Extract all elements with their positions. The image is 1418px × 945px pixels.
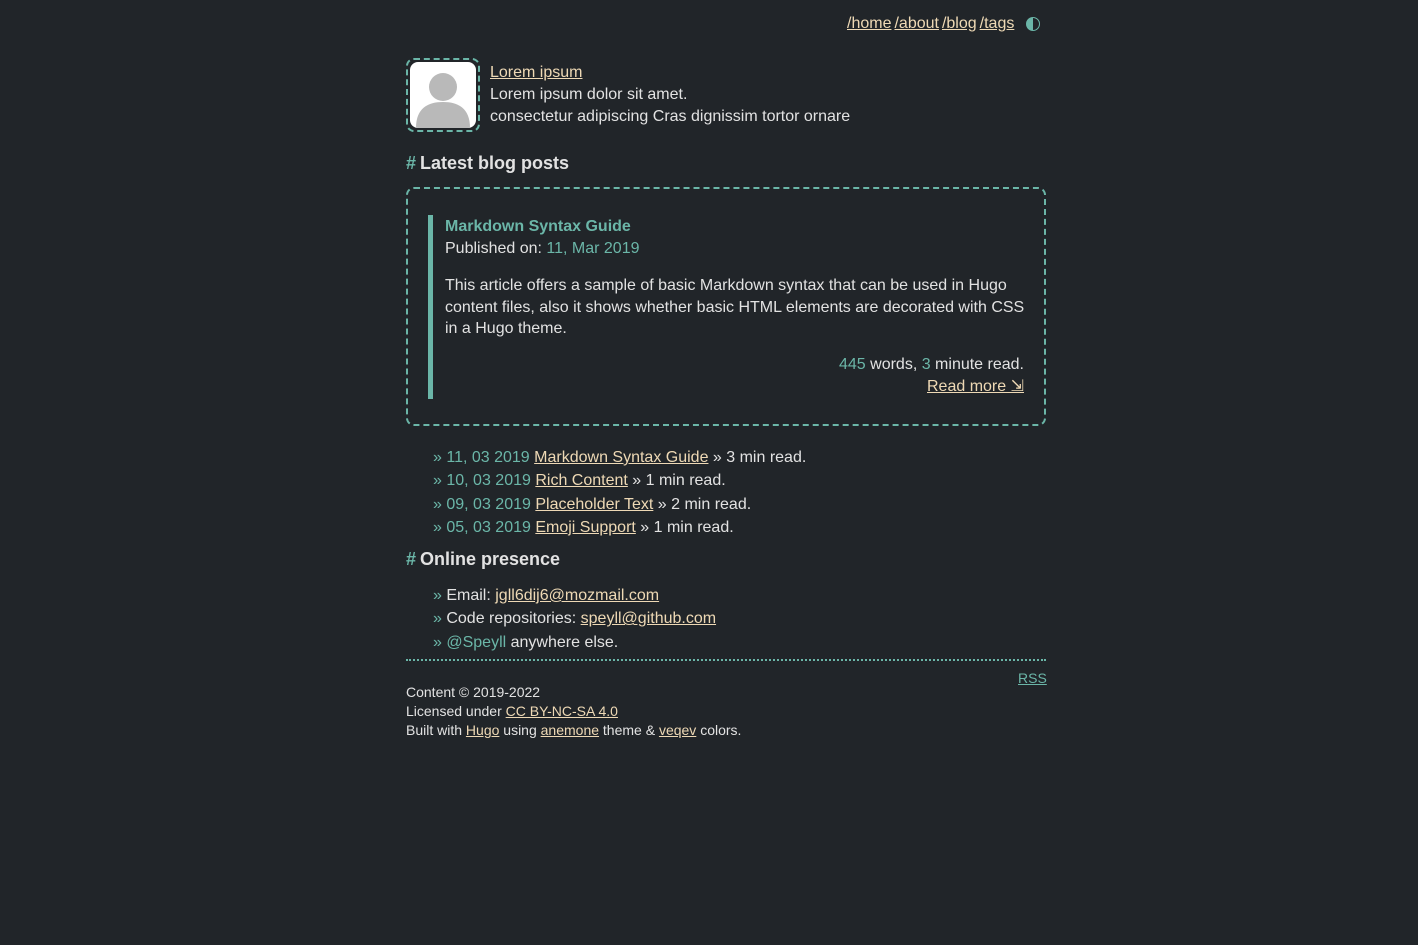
featured-post-summary: This article offers a sample of basic Ma… bbox=[445, 277, 1025, 337]
post-date: 10, 03 2019 bbox=[446, 472, 531, 490]
profile-text: Lorem ipsum Lorem ipsum dolor sit amet. … bbox=[490, 62, 850, 132]
post-link[interactable]: Rich Content bbox=[535, 472, 628, 489]
list-bullet: » bbox=[433, 449, 442, 466]
list-item: » 09, 03 2019 Placeholder Text » 2 min r… bbox=[433, 493, 806, 516]
heading-hash: # bbox=[406, 549, 417, 569]
latest-posts-heading-text: Latest blog posts bbox=[420, 153, 570, 173]
list-bullet: » bbox=[433, 518, 442, 536]
footer-divider bbox=[406, 659, 1046, 661]
list-item: » 11, 03 2019 Markdown Syntax Guide » 3 … bbox=[433, 446, 806, 469]
featured-post-title[interactable]: Markdown Syntax Guide bbox=[445, 216, 1024, 238]
footer-theme-label: theme & bbox=[599, 722, 659, 738]
handle: @Speyll bbox=[446, 633, 507, 651]
nav-about-link[interactable]: /about bbox=[894, 15, 938, 33]
footer-content: Content © 2019-2022 bbox=[406, 684, 541, 700]
minutes-label: minute read. bbox=[930, 356, 1024, 373]
nav-home-link[interactable]: /home bbox=[847, 15, 891, 33]
featured-post-meta: 445 words, 3 minute read. Read more ⇲ bbox=[839, 354, 1024, 398]
nav-blog-link[interactable]: /blog bbox=[942, 15, 977, 33]
list-item: » Code repositories: speyll@github.com bbox=[433, 607, 716, 630]
post-read-time: » 2 min read. bbox=[653, 495, 752, 513]
list-item: » 05, 03 2019 Emoji Support » 1 min read… bbox=[433, 516, 806, 539]
rss-link[interactable]: RSS bbox=[1018, 670, 1047, 686]
featured-post-body: Markdown Syntax Guide Published on: 11, … bbox=[428, 215, 1024, 399]
footer-using-label: using bbox=[499, 722, 541, 738]
list-bullet: » bbox=[433, 587, 442, 604]
hugo-link[interactable]: Hugo bbox=[466, 722, 499, 738]
list-bullet: » bbox=[433, 633, 442, 651]
post-read-time: » 1 min read. bbox=[635, 518, 734, 536]
profile-line-2: consectetur adipiscing Cras dignissim to… bbox=[490, 108, 851, 125]
list-bullet: » bbox=[433, 495, 442, 513]
license-link[interactable]: CC BY-NC-SA 4.0 bbox=[506, 703, 618, 719]
post-date: 09, 03 2019 bbox=[446, 495, 531, 513]
list-bullet: » bbox=[433, 610, 442, 628]
footer-built-label: Built with bbox=[406, 722, 466, 738]
footer: Content © 2019-2022 Licensed under CC BY… bbox=[406, 683, 741, 740]
handle-label: anywhere else. bbox=[506, 633, 619, 651]
list-bullet: » bbox=[433, 472, 442, 490]
post-link[interactable]: Markdown Syntax Guide bbox=[534, 449, 708, 466]
list-item: » @Speyll anywhere else. bbox=[433, 631, 716, 654]
profile-name-link[interactable]: Lorem ipsum bbox=[490, 64, 582, 81]
online-presence-heading-text: Online presence bbox=[420, 549, 561, 569]
presence-list: » Email: jgll6dij6@mozmail.com » Code re… bbox=[433, 584, 716, 654]
published-label: Published on: bbox=[445, 240, 547, 257]
user-avatar-icon bbox=[410, 62, 476, 128]
list-item: » 10, 03 2019 Rich Content » 1 min read. bbox=[433, 469, 806, 492]
post-read-time: » 1 min read. bbox=[627, 472, 726, 490]
latest-posts-heading: # Latest blog posts bbox=[406, 153, 569, 174]
featured-post-card: Markdown Syntax Guide Published on: 11, … bbox=[406, 187, 1046, 426]
post-link[interactable]: Emoji Support bbox=[535, 519, 636, 536]
post-date: 05, 03 2019 bbox=[446, 518, 531, 536]
footer-colors-label: colors. bbox=[696, 722, 742, 738]
half-circle-icon[interactable] bbox=[1026, 17, 1041, 31]
published-date: 11, Mar 2019 bbox=[546, 240, 640, 257]
post-link[interactable]: Placeholder Text bbox=[535, 496, 653, 513]
words-label: words, bbox=[865, 356, 922, 373]
featured-post-date: Published on: 11, Mar 2019 bbox=[445, 238, 1024, 260]
repo-label: Code repositories: bbox=[441, 610, 581, 628]
post-read-time: » 3 min read. bbox=[708, 449, 807, 466]
profile-line-1: Lorem ipsum dolor sit amet. bbox=[490, 86, 688, 103]
post-list: » 11, 03 2019 Markdown Syntax Guide » 3 … bbox=[433, 446, 806, 539]
top-nav: /home /about /blog /tags bbox=[847, 13, 1041, 35]
footer-licensed-label: Licensed under bbox=[406, 703, 506, 719]
heading-hash: # bbox=[406, 153, 417, 173]
nav-tags-link[interactable]: /tags bbox=[980, 15, 1015, 33]
profile: Lorem ipsum Lorem ipsum dolor sit amet. … bbox=[406, 58, 850, 132]
email-label: Email: bbox=[441, 587, 496, 604]
repo-link[interactable]: speyll@github.com bbox=[581, 610, 716, 627]
colors-link[interactable]: veqev bbox=[659, 722, 696, 738]
avatar-frame bbox=[406, 58, 480, 132]
email-link[interactable]: jgll6dij6@mozmail.com bbox=[495, 587, 659, 604]
online-presence-heading: # Online presence bbox=[406, 549, 560, 570]
post-date: 11, 03 2019 bbox=[446, 449, 530, 466]
theme-link[interactable]: anemone bbox=[541, 722, 599, 738]
minute-count: 3 bbox=[921, 356, 931, 373]
word-count: 445 bbox=[838, 356, 866, 373]
read-more-link[interactable]: Read more ⇲ bbox=[927, 378, 1024, 395]
list-item: » Email: jgll6dij6@mozmail.com bbox=[433, 584, 716, 607]
